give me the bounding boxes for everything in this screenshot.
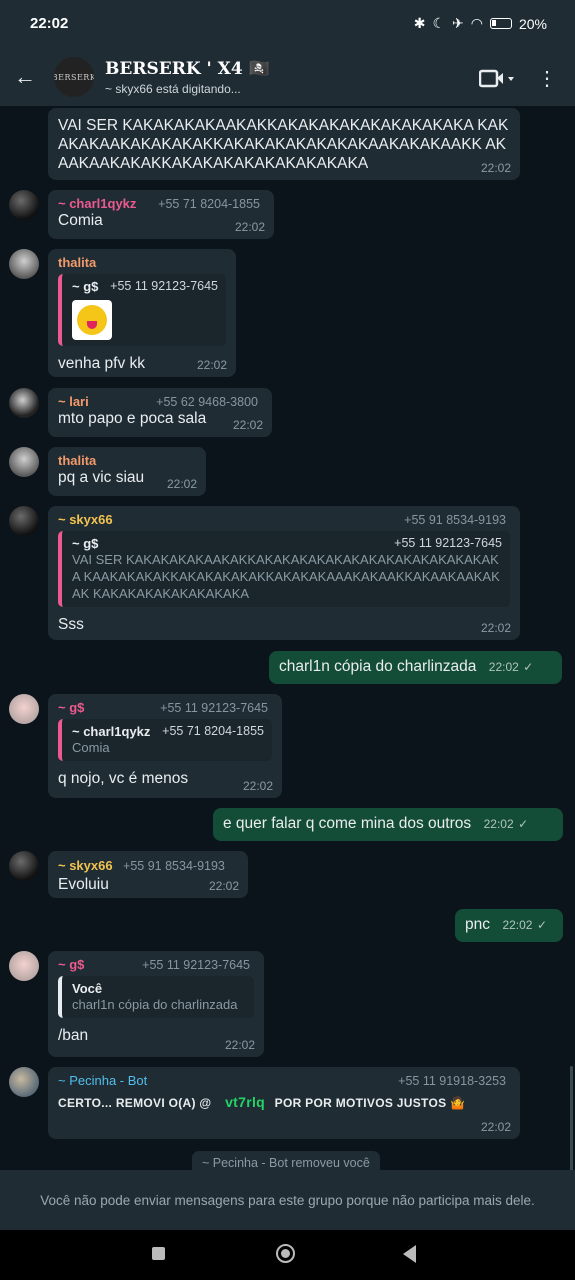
sticker-thumbnail xyxy=(72,300,112,340)
message-bubble[interactable]: ~ Pecinha - Bot +55 11 91918-3253 CERTO.… xyxy=(48,1067,520,1139)
sent-check-icon: ✓ xyxy=(518,817,529,831)
message-bubble[interactable]: ~ charl1qykz +55 71 8204-1855 Comia 22:0… xyxy=(48,190,274,239)
sender-phone: +55 91 8534-9193 xyxy=(404,513,506,527)
avatar[interactable] xyxy=(9,388,39,418)
sender-phone: +55 11 91918-3253 xyxy=(398,1074,506,1088)
quoted-message[interactable]: Você charl1n cópia do charlinzada xyxy=(58,976,254,1018)
message-bubble[interactable]: thalita ~ g$ +55 11 92123-7645 venha pfv… xyxy=(48,249,236,377)
message-bubble[interactable]: ~ skyx66 +55 91 8534-9193 ~ g$ +55 11 92… xyxy=(48,506,520,640)
outgoing-message-bubble[interactable]: pnc 22:02 ✓ xyxy=(455,909,563,942)
message-time: 22:02 xyxy=(480,621,511,635)
message-text: e quer falar q come mina dos outros xyxy=(223,815,472,832)
system-nav-bar xyxy=(0,1230,575,1280)
sender-phone: +55 91 8534-9193 xyxy=(123,859,225,873)
outgoing-message-bubble[interactable]: e quer falar q come mina dos outros 22:0… xyxy=(213,808,563,841)
avatar[interactable] xyxy=(9,851,39,881)
message-time: 22:02 xyxy=(483,817,514,831)
quoted-sender: Você xyxy=(72,981,103,996)
status-bar: 22:02 ✱ ☾ ✈ ◠ 20% xyxy=(0,0,575,50)
message-text: pnc xyxy=(465,916,490,933)
message-text-end: POR POR MOTIVOS JUSTOS 🤷 xyxy=(274,1096,466,1110)
quoted-message[interactable]: ~ charl1qykz +55 71 8204-1855 Comia xyxy=(58,719,272,761)
quoted-text: Comia xyxy=(72,740,110,755)
message-list[interactable]: VAI SER KAKAKAKAKAAKAKKAKAKAKAKAKAKAKAKA… xyxy=(0,106,575,1230)
message-bubble[interactable]: ~ lari +55 62 9468-3800 mto papo e poca … xyxy=(48,388,272,437)
message-time: 22:02 xyxy=(480,161,511,175)
quoted-message[interactable]: ~ g$ +55 11 92123-7645 VAI SER KAKAKAKAK… xyxy=(58,531,510,607)
wifi-icon: ◠ xyxy=(470,15,483,31)
message-text: VAI SER KAKAKAKAKAAKAKKAKAKAKAKAKAKAKAKA… xyxy=(58,117,509,172)
outgoing-message-bubble[interactable]: charl1n cópia do charlinzada 22:02 ✓ xyxy=(269,651,562,684)
sender-name[interactable]: ~ skyx66 xyxy=(58,858,113,873)
message-text-start: CERTO... REMOVI O(A) @ xyxy=(58,1096,212,1110)
message-time: 22:02 xyxy=(488,660,519,674)
message-text: q nojo, vc é menos xyxy=(58,770,189,787)
group-avatar-logo: BERSERK xyxy=(54,72,94,82)
message-text: charl1n cópia do charlinzada xyxy=(279,658,477,675)
avatar[interactable] xyxy=(9,694,39,724)
sender-name[interactable]: thalita xyxy=(58,255,226,270)
sender-phone: +55 62 9468-3800 xyxy=(156,395,258,409)
airplane-icon: ✈ xyxy=(452,15,464,31)
message-time: 22:02 xyxy=(196,358,227,372)
avatar[interactable] xyxy=(9,447,39,477)
message-text: Sss xyxy=(58,616,84,633)
bluetooth-icon: ✱ xyxy=(413,15,426,31)
message-text: mto papo e poca sala xyxy=(58,410,207,427)
message-time: 22:02 xyxy=(242,779,273,793)
typing-indicator: ~ skyx66 está digitando... xyxy=(105,82,241,96)
sender-phone: +55 11 92123-7645 xyxy=(160,701,268,715)
back-triangle-icon[interactable] xyxy=(403,1245,416,1263)
battery-icon xyxy=(489,18,512,29)
group-left-notice: Você não pode enviar mensagens para este… xyxy=(0,1170,575,1230)
message-time: 22:02 xyxy=(502,918,533,932)
battery-level: 20% xyxy=(518,15,547,32)
avatar[interactable] xyxy=(9,190,39,220)
avatar[interactable] xyxy=(9,249,39,279)
sent-check-icon: ✓ xyxy=(523,660,534,674)
back-arrow-icon[interactable]: ← xyxy=(14,64,36,90)
message-bubble[interactable]: VAI SER KAKAKAKAKAAKAKKAKAKAKAKAKAKAKAKA… xyxy=(48,108,520,180)
recents-icon[interactable] xyxy=(152,1247,165,1260)
message-time: 22:02 xyxy=(166,477,197,491)
message-time: 22:02 xyxy=(232,418,263,432)
quoted-text: charl1n cópia do charlinzada xyxy=(72,997,238,1012)
message-time: 22:02 xyxy=(480,1120,511,1134)
message-time: 22:02 xyxy=(224,1038,255,1052)
message-text: Comia xyxy=(58,212,103,229)
more-options-icon[interactable]: ⋮ xyxy=(537,66,557,91)
sender-name[interactable]: thalita xyxy=(58,453,196,468)
quoted-message[interactable]: ~ g$ +55 11 92123-7645 xyxy=(58,274,226,346)
message-text: CERTO... REMOVI O(A) @ vt7rlq POR POR MO… xyxy=(58,1094,510,1110)
message-bubble[interactable]: ~ g$ +55 11 92123-7645 ~ charl1qykz +55 … xyxy=(48,694,282,798)
group-avatar[interactable]: BERSERK xyxy=(54,57,94,97)
avatar[interactable] xyxy=(9,506,39,536)
emoji-face-icon xyxy=(77,305,107,335)
sender-phone: +55 11 92123-7645 xyxy=(142,958,250,972)
chat-header: ← BERSERK BERSERK ' X4 🏴‍☠️ ~ skyx66 est… xyxy=(0,50,575,106)
message-time: 22:02 xyxy=(234,220,265,234)
quoted-phone: +55 11 92123-7645 xyxy=(110,279,218,293)
quoted-phone: +55 71 8204-1855 xyxy=(162,724,264,738)
avatar[interactable] xyxy=(9,1067,39,1097)
status-time: 22:02 xyxy=(30,15,69,32)
moon-icon: ☾ xyxy=(432,15,446,31)
status-icons: ✱ ☾ ✈ ◠ 20% xyxy=(414,15,547,32)
message-bubble[interactable]: thalita pq a vic siau 22:02 xyxy=(48,447,206,496)
sender-phone: +55 71 8204-1855 xyxy=(158,197,260,211)
video-call-icon[interactable] xyxy=(479,68,515,90)
sent-check-icon: ✓ xyxy=(536,918,547,932)
avatar[interactable] xyxy=(9,951,39,981)
quoted-phone: +55 11 92123-7645 xyxy=(394,536,502,550)
user-mention[interactable]: vt7rlq xyxy=(225,1094,265,1110)
quoted-text: VAI SER KAKAKAKAKAAKAKKAKAKAKAKAKAKAKAKA… xyxy=(72,552,500,601)
message-time: 22:02 xyxy=(208,879,239,893)
message-bubble[interactable]: ~ skyx66 +55 91 8534-9193 Evoluiu 22:02 xyxy=(48,851,248,898)
home-icon[interactable] xyxy=(276,1244,295,1263)
message-bubble[interactable]: ~ g$ +55 11 92123-7645 Você charl1n cópi… xyxy=(48,951,264,1057)
group-title[interactable]: BERSERK ' X4 🏴‍☠️ xyxy=(105,59,270,79)
